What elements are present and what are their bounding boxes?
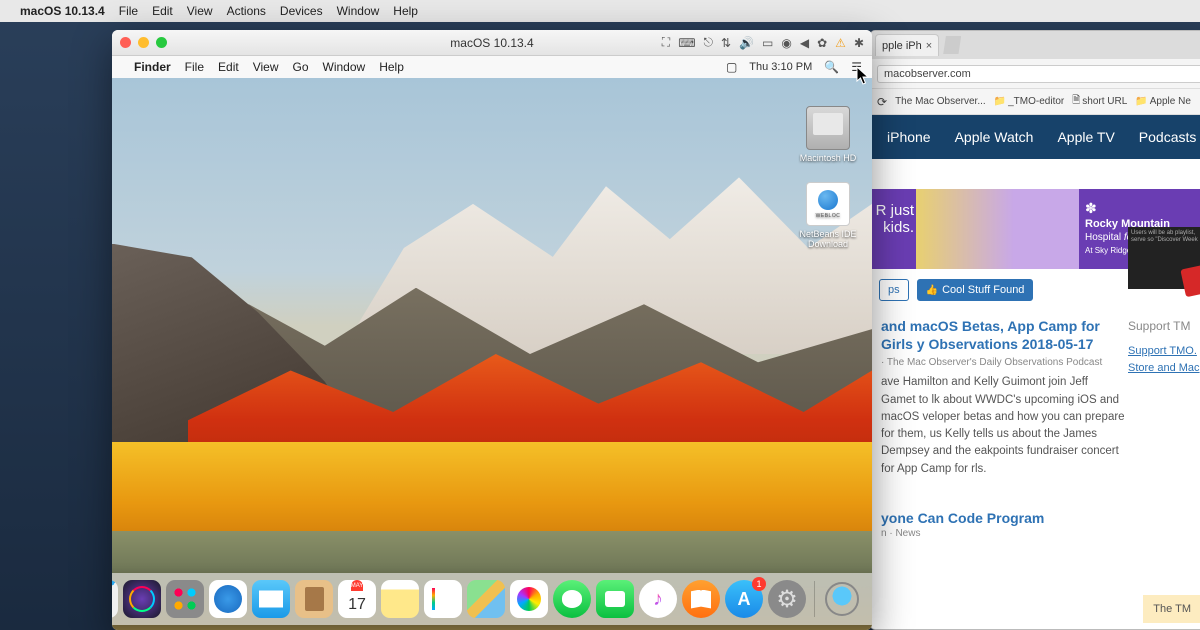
spotlight-icon[interactable]: 🔍 [824, 60, 839, 74]
browser-window: pple iPh × macobserver.com ⟳ The Mac Obs… [870, 30, 1200, 630]
dock-facetime[interactable] [596, 580, 634, 618]
thumb-icon [926, 284, 938, 296]
browser-addressbar: macobserver.com [871, 59, 1200, 89]
new-tab-button[interactable] [943, 36, 961, 54]
webloc-label: NetBeans IDE Download [792, 229, 864, 249]
article2-title[interactable]: yone Can Code Program [881, 510, 1199, 526]
appstore-badge: 1 [752, 577, 766, 591]
dock-itunes[interactable] [639, 580, 677, 618]
host-menu-devices[interactable]: Devices [280, 4, 323, 18]
host-app-title[interactable]: macOS 10.13.4 [20, 4, 105, 18]
vm-title: macOS 10.13.4 [112, 36, 872, 50]
nav-iphone[interactable]: iPhone [887, 129, 931, 145]
host-menu-actions[interactable]: Actions [227, 4, 266, 18]
guest-menu-edit[interactable]: Edit [218, 60, 239, 74]
site-sidebar: Users will be ab playlist, serve so "Dis… [1128, 227, 1200, 376]
host-menubar: macOS 10.13.4 File Edit View Actions Dev… [0, 0, 1200, 22]
dock-calendar[interactable]: MAY 17 [338, 580, 376, 618]
vm-window: macOS 10.13.4 ⛶ ⌨ ⎋ ⇅ 🔊 ▭ ◉ ◀ ✿ ⚠ ✱ Find… [112, 30, 872, 630]
airplay-icon[interactable]: ▢ [726, 60, 737, 74]
cta-box[interactable]: The TM [1143, 595, 1200, 623]
dock-launchpad[interactable] [166, 580, 204, 618]
cool-stuff-button[interactable]: Cool Stuff Found [917, 279, 1034, 301]
host-menu-edit[interactable]: Edit [152, 4, 173, 18]
article1-meta: · The Mac Observer's Daily Observations … [881, 357, 1125, 368]
dock-trash[interactable] [866, 580, 872, 618]
guest-status-area: ▢ Thu 3:10 PM 🔍 ☰ [726, 60, 862, 74]
guest-app-name[interactable]: Finder [134, 60, 171, 74]
bookmark-tmo-editor[interactable]: _TMO-editor [994, 96, 1065, 107]
host-menu-window[interactable]: Window [337, 4, 380, 18]
netbeans-webloc-icon[interactable]: WEBLOC NetBeans IDE Download [792, 182, 864, 249]
host-menu-file[interactable]: File [119, 4, 138, 18]
cal-day: 17 [348, 591, 366, 618]
guest-menu-go[interactable]: Go [293, 60, 309, 74]
webloc-icon: WEBLOC [806, 182, 850, 226]
guest-menu-file[interactable]: File [185, 60, 204, 74]
dock-downloads[interactable] [823, 580, 861, 618]
dock-photos[interactable] [510, 580, 548, 618]
nav-applewatch[interactable]: Apple Watch [955, 129, 1034, 145]
dock-appstore[interactable]: 1 [725, 580, 763, 618]
host-menu-view[interactable]: View [187, 4, 213, 18]
dock-sysprefs[interactable] [768, 580, 806, 618]
article-2: yone Can Code Program n · News [871, 488, 1200, 539]
guest-menu-view[interactable]: View [253, 60, 279, 74]
dock-contacts[interactable] [295, 580, 333, 618]
dock-finder[interactable] [112, 580, 118, 618]
guest-desktop[interactable]: Macintosh HD WEBLOC NetBeans IDE Downloa… [112, 78, 872, 630]
support-link2[interactable]: Store and Mac [1128, 360, 1200, 377]
ad-image [916, 189, 1079, 269]
tab-title: pple iPh [882, 40, 922, 52]
dock-safari[interactable] [209, 580, 247, 618]
vm-titlebar[interactable]: macOS 10.13.4 ⛶ ⌨ ⎋ ⇅ 🔊 ▭ ◉ ◀ ✿ ⚠ ✱ [112, 30, 872, 56]
reload-icon[interactable]: ⟳ [877, 95, 887, 109]
article1-title[interactable]: and macOS Betas, App Camp for Girls y Ob… [881, 317, 1125, 353]
dock: MAY 17 1 [112, 573, 872, 625]
dock-reminders[interactable] [424, 580, 462, 618]
cursor-icon [856, 66, 870, 86]
browser-tabstrip: pple iPh × [871, 31, 1200, 59]
bookmark-observer[interactable]: The Mac Observer... [895, 96, 986, 107]
guest-menu-window[interactable]: Window [323, 60, 366, 74]
guest-menu-help[interactable]: Help [379, 60, 404, 74]
browser-tab[interactable]: pple iPh × [875, 34, 939, 56]
bookmark-applene[interactable]: Apple Ne [1135, 96, 1191, 107]
tab-close-icon[interactable]: × [926, 40, 932, 52]
dock-maps[interactable] [467, 580, 505, 618]
soon-badge [1180, 265, 1200, 297]
dock-separator [814, 581, 815, 617]
dock-mail[interactable] [252, 580, 290, 618]
guest-menubar: Finder File Edit View Go Window Help ▢ T… [112, 56, 872, 78]
bookmarks-bar: ⟳ The Mac Observer... _TMO-editor short … [871, 89, 1200, 115]
site-nav: iPhone Apple Watch Apple TV Podcasts LOG… [871, 115, 1200, 159]
clock[interactable]: Thu 3:10 PM [749, 61, 812, 73]
dock-siri[interactable] [123, 580, 161, 618]
dock-messages[interactable] [553, 580, 591, 618]
nav-podcasts[interactable]: Podcasts [1139, 129, 1197, 145]
hd-label: Macintosh HD [792, 153, 864, 163]
video-thumb[interactable]: Users will be ab playlist, serve so "Dis… [1128, 227, 1200, 289]
article2-meta: n · News [881, 528, 1199, 539]
harddrive-icon [806, 106, 850, 150]
dock-ibooks[interactable] [682, 580, 720, 618]
host-menu-help[interactable]: Help [393, 4, 418, 18]
tips-button[interactable]: ps [879, 279, 909, 301]
article1-body: ave Hamilton and Kelly Guimont join Jeff… [881, 374, 1125, 478]
support-heading: Support TM [1128, 319, 1200, 333]
url-field[interactable]: macobserver.com [877, 65, 1200, 83]
macintosh-hd-icon[interactable]: Macintosh HD [792, 106, 864, 163]
ad-left-text: R just kids. [871, 189, 916, 269]
nav-appletv[interactable]: Apple TV [1057, 129, 1114, 145]
support-link1[interactable]: Support TMO. [1128, 343, 1200, 360]
dock-notes[interactable] [381, 580, 419, 618]
cal-month: MAY [351, 580, 364, 591]
bookmark-shorturl[interactable]: short URL [1072, 93, 1127, 110]
